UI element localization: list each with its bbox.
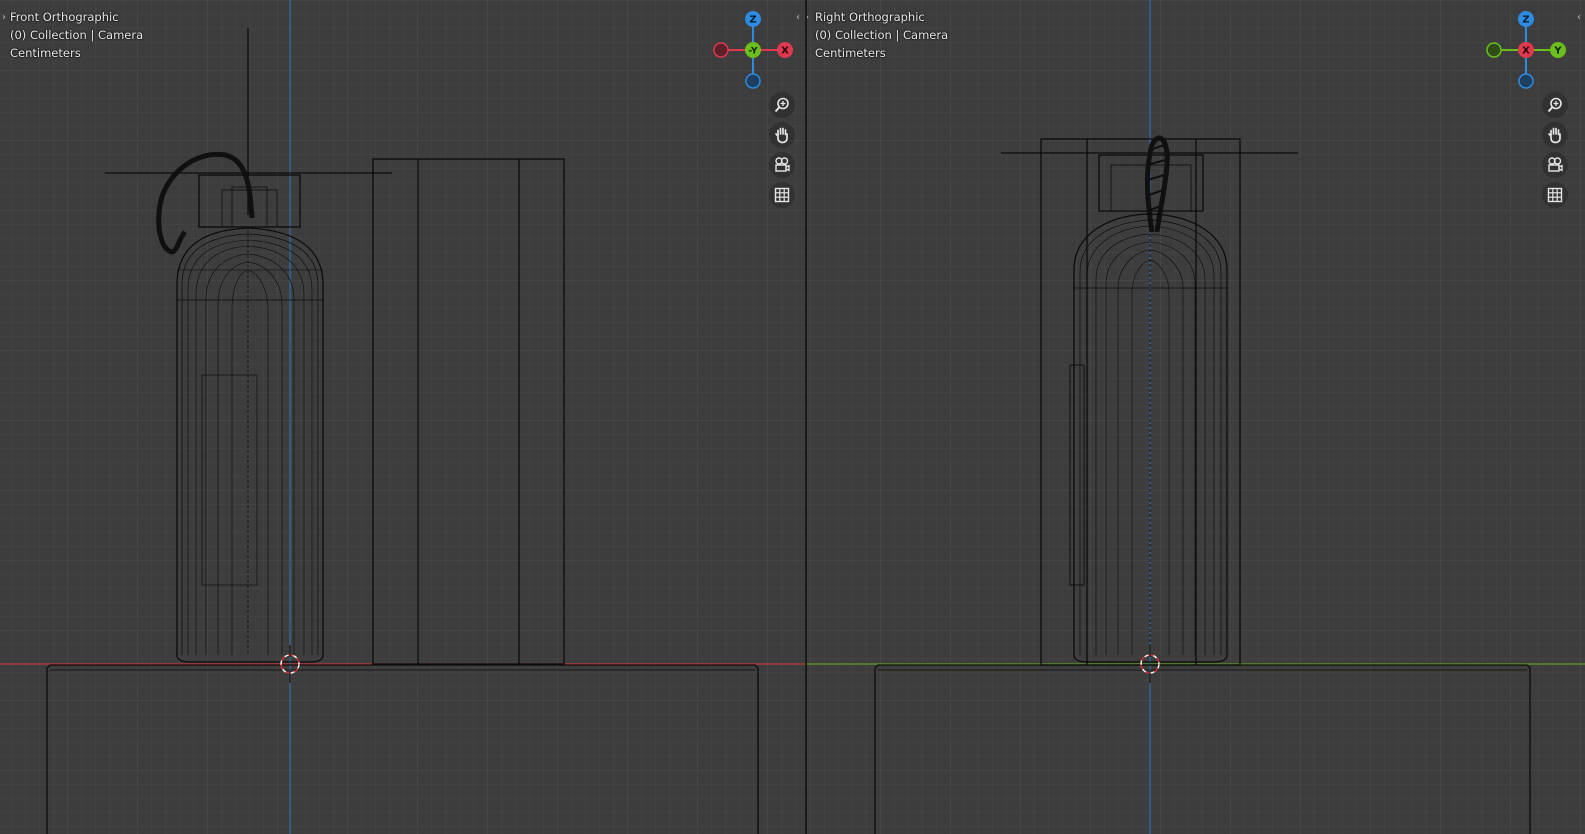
viewport-text-overlay: Right Orthographic (0) Collection | Came… — [815, 8, 948, 62]
z-axis-label: Z — [749, 15, 756, 26]
view-name: Front Orthographic — [10, 10, 119, 24]
zoom-icon[interactable] — [1542, 92, 1568, 118]
collection-info: (0) Collection | Camera — [10, 28, 144, 42]
region-toggle-right-icon[interactable]: ‹ — [1577, 12, 1581, 23]
region-toggle-left-icon[interactable]: › — [2, 12, 6, 23]
region-toggle-right-icon[interactable]: ‹ — [796, 12, 800, 23]
region-toggle-left-icon[interactable]: › — [807, 12, 809, 23]
neg-z-axis-ball — [745, 73, 761, 89]
navigation-gizmo[interactable]: Z X -Y — [713, 8, 793, 92]
neg-z-axis-ball — [1518, 73, 1534, 89]
camera-view-icon[interactable] — [1542, 152, 1568, 178]
units-label: Centimeters — [815, 46, 886, 60]
y-axis-label: Y — [1553, 46, 1562, 57]
neg-y-axis-ball — [1486, 42, 1502, 58]
ortho-grid-icon[interactable] — [1542, 182, 1568, 208]
viewport-grid — [0, 0, 805, 834]
view-name: Right Orthographic — [815, 10, 925, 24]
x-axis-label: X — [1522, 46, 1530, 57]
zoom-icon[interactable] — [769, 92, 795, 118]
viewport-text-overlay: Front Orthographic (0) Collection | Came… — [10, 8, 143, 62]
navigation-gizmo[interactable]: Z Y X — [1486, 8, 1566, 92]
camera-view-icon[interactable] — [769, 152, 795, 178]
collection-info: (0) Collection | Camera — [815, 28, 949, 42]
neg-x-axis-ball — [713, 42, 729, 58]
units-label: Centimeters — [10, 46, 81, 60]
ortho-grid-icon[interactable] — [769, 182, 795, 208]
pan-hand-icon[interactable] — [769, 122, 795, 148]
viewport-grid — [807, 0, 1585, 834]
x-axis-label: X — [781, 46, 789, 57]
y-axis-label: -Y — [749, 47, 758, 57]
viewport-front[interactable]: › ‹ Front Orthographic (0) Collection | … — [0, 0, 805, 834]
z-axis-label: Z — [1522, 15, 1529, 26]
viewport-right[interactable]: › ‹ Right Orthographic (0) Collection | … — [807, 0, 1585, 834]
pan-hand-icon[interactable] — [1542, 122, 1568, 148]
